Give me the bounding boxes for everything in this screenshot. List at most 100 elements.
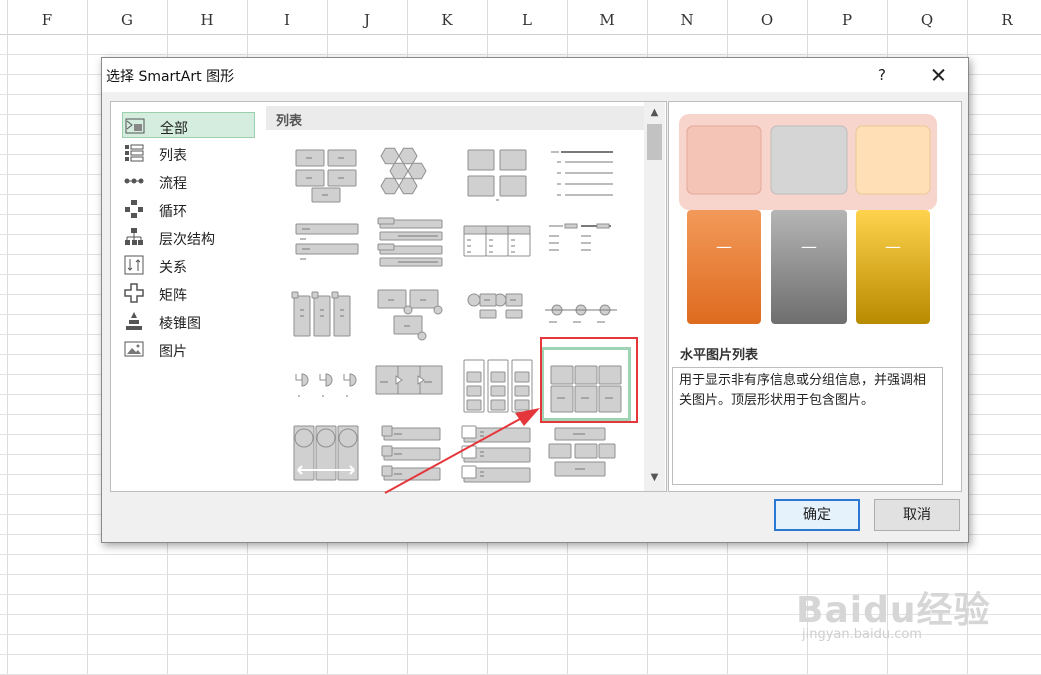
dialog-titlebar: 选择 SmartArt 图形 ? xyxy=(102,58,968,92)
preview-placeholder-dash: — xyxy=(885,237,901,256)
column-header[interactable]: P xyxy=(807,0,887,34)
layout-thumbnail[interactable] xyxy=(284,352,366,418)
layout-thumbnail[interactable] xyxy=(284,422,366,488)
column-header[interactable]: G xyxy=(87,0,167,34)
layout-thumbnail[interactable] xyxy=(284,142,366,208)
column-header[interactable]: F xyxy=(7,0,87,34)
layout-thumbnail-image xyxy=(551,151,613,196)
layout-thumbnail[interactable] xyxy=(284,282,366,348)
all-layouts-icon xyxy=(125,118,145,134)
layout-thumbnail[interactable] xyxy=(368,212,450,278)
scroll-up-icon[interactable]: ▲ xyxy=(644,104,665,122)
column-header[interactable]: J xyxy=(327,0,407,34)
category-item[interactable]: 层次结构 xyxy=(122,224,255,250)
category-item[interactable]: 棱锥图 xyxy=(122,308,255,334)
category-item[interactable]: 循环 xyxy=(122,196,255,222)
column-header[interactable]: N xyxy=(647,0,727,34)
category-label: 循环 xyxy=(159,204,187,220)
layout-thumbnail-image xyxy=(461,425,531,483)
matrix-icon xyxy=(124,283,144,303)
dialog-title: 选择 SmartArt 图形 xyxy=(106,69,235,85)
layout-thumbnail[interactable] xyxy=(368,282,450,348)
category-list: 全部列表流程循环层次结构关系矩阵棱锥图图片 xyxy=(110,101,268,492)
column-header[interactable]: R xyxy=(967,0,1041,34)
category-label: 关系 xyxy=(159,260,187,276)
layout-thumbnail-image xyxy=(295,223,359,260)
ok-button[interactable]: 确定 xyxy=(774,499,860,531)
watermark-logo: Baidu经验 xyxy=(796,590,991,631)
layout-name: 水平图片列表 xyxy=(680,348,759,363)
cycle-icon xyxy=(125,200,143,218)
baidu-watermark: Baidu经验 jingyan.baidu.com xyxy=(796,565,996,655)
column-header[interactable]: I xyxy=(247,0,327,34)
category-label: 棱锥图 xyxy=(159,316,201,332)
layout-thumbnail-image xyxy=(467,293,523,319)
annotation-highlight-box xyxy=(540,337,638,423)
relationship-icon xyxy=(124,255,144,275)
layout-scrollbar[interactable]: ▲ ▼ xyxy=(644,102,665,491)
category-item[interactable]: 全部 xyxy=(122,112,255,138)
layout-thumbnail-image xyxy=(291,291,351,337)
layout-thumbnail[interactable] xyxy=(541,422,623,488)
category-label: 矩阵 xyxy=(159,288,187,304)
preview-placeholder-dash: — xyxy=(801,237,817,256)
category-item[interactable]: 图片 xyxy=(122,336,255,362)
close-button[interactable] xyxy=(922,62,954,88)
layout-preview-image: — — — xyxy=(679,114,937,324)
preview-placeholder-dash: — xyxy=(716,237,732,256)
layout-thumbnail-image xyxy=(377,217,443,267)
category-label: 图片 xyxy=(159,344,187,360)
list-icon xyxy=(125,144,144,162)
pyramid-icon xyxy=(126,312,142,330)
column-header[interactable]: O xyxy=(727,0,807,34)
layout-thumbnail-image xyxy=(381,425,441,481)
layout-thumbnail[interactable] xyxy=(284,212,366,278)
layout-thumbnail[interactable] xyxy=(368,142,450,208)
watermark-url: jingyan.baidu.com xyxy=(802,627,922,642)
layout-thumbnail[interactable] xyxy=(368,422,450,488)
column-header[interactable]: K xyxy=(407,0,487,34)
category-item[interactable]: 矩阵 xyxy=(122,280,255,306)
layout-thumbnail[interactable] xyxy=(456,422,538,488)
preview-pane: — — — 水平图片列表 用于显示非有序信息或分组信息，并强调相关图片。顶层形状用于… xyxy=(668,101,962,492)
category-label: 全部 xyxy=(160,121,188,137)
category-label: 流程 xyxy=(159,176,187,192)
layout-thumbnail-image xyxy=(295,373,357,397)
category-item[interactable]: 流程 xyxy=(122,168,255,194)
scrollbar-thumb[interactable] xyxy=(647,124,662,160)
grid-row-line xyxy=(0,554,1041,555)
column-header[interactable]: H xyxy=(167,0,247,34)
layout-thumbnail-image xyxy=(549,223,611,251)
layout-thumbnail-image xyxy=(293,425,359,481)
layout-thumbnail[interactable] xyxy=(456,142,538,208)
hierarchy-icon xyxy=(125,228,143,245)
category-item[interactable]: 列表 xyxy=(122,140,255,166)
layout-thumbnail[interactable] xyxy=(456,282,538,348)
layout-thumbnail-image xyxy=(548,427,616,477)
column-header[interactable]: Q xyxy=(887,0,967,34)
column-header-row: FGHIJKLMNOPQR xyxy=(0,0,1041,35)
help-button[interactable]: ? xyxy=(870,64,894,86)
layout-group-label: 列表 xyxy=(276,114,303,129)
layout-thumbnail[interactable] xyxy=(456,352,538,418)
layout-group-header: 列表 xyxy=(266,106,644,130)
category-item[interactable]: 关系 xyxy=(122,252,255,278)
category-label: 层次结构 xyxy=(159,232,215,248)
column-header[interactable]: L xyxy=(487,0,567,34)
layout-thumbnail-image xyxy=(463,359,533,413)
grid-row-line xyxy=(0,54,1041,55)
scroll-down-icon[interactable]: ▼ xyxy=(644,469,665,487)
smartart-dialog: 选择 SmartArt 图形 ? 全部 列表 流程 循环 层次结构 关系 矩阵 棱锥图 图片 列… xyxy=(101,57,969,543)
layout-description: 用于显示非有序信息或分组信息，并强调相关图片。顶层形状用于包含图片。 xyxy=(672,367,943,485)
layout-thumbnail-image xyxy=(467,149,527,201)
layout-thumbnail-image xyxy=(375,365,443,395)
process-icon xyxy=(124,178,144,184)
layout-thumbnail[interactable] xyxy=(456,212,538,278)
category-label: 列表 xyxy=(159,148,187,164)
layout-thumbnail-image xyxy=(463,225,531,257)
column-header[interactable]: M xyxy=(567,0,647,34)
layout-thumbnail[interactable] xyxy=(368,352,450,418)
layout-thumbnail[interactable] xyxy=(541,142,623,208)
cancel-button[interactable]: 取消 xyxy=(874,499,960,531)
layout-thumbnail[interactable] xyxy=(541,212,623,278)
